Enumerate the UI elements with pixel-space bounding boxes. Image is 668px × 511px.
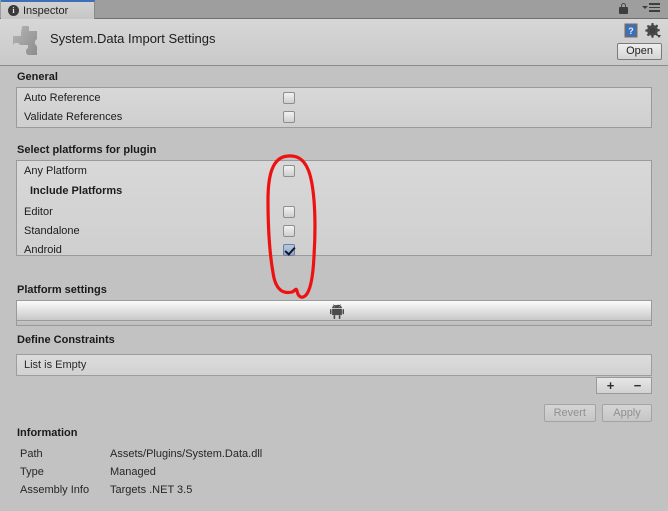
- revert-button[interactable]: Revert: [543, 404, 596, 422]
- table-row[interactable]: Any Platform: [17, 161, 651, 180]
- assembly-info-key: Assembly Info: [20, 484, 90, 496]
- apply-button[interactable]: Apply: [602, 404, 652, 422]
- platform-settings-tabbar[interactable]: [16, 300, 652, 321]
- include-platforms-heading: Include Platforms: [17, 180, 651, 202]
- type-key: Type: [20, 466, 44, 478]
- android-label: Android: [24, 243, 62, 256]
- lock-toggle[interactable]: [619, 3, 628, 14]
- list-item: Assembly Info Targets .NET 3.5: [0, 484, 668, 502]
- list-empty-label: List is Empty: [24, 359, 87, 371]
- general-panel: Auto Reference Validate References: [16, 87, 652, 128]
- platform-settings-body: [16, 321, 652, 326]
- validate-references-label: Validate References: [24, 110, 123, 123]
- lock-icon: [619, 3, 628, 14]
- standalone-checkbox[interactable]: [283, 225, 295, 237]
- asset-header: System.Data Import Settings ? Open: [0, 19, 668, 66]
- open-button[interactable]: Open: [617, 43, 662, 60]
- validate-references-checkbox[interactable]: [283, 111, 295, 123]
- hamburger-menu-icon: [642, 3, 660, 12]
- table-row[interactable]: Auto Reference: [17, 88, 651, 107]
- page-title: System.Data Import Settings: [50, 31, 216, 46]
- define-constraints-title: Define Constraints: [17, 334, 115, 346]
- tab-inspector-label: Inspector: [23, 4, 69, 17]
- editor-label: Editor: [24, 205, 53, 218]
- android-robot-icon[interactable]: [330, 304, 344, 319]
- add-item-button[interactable]: +: [597, 378, 624, 393]
- path-key: Path: [20, 448, 43, 460]
- remove-item-button[interactable]: −: [624, 378, 651, 393]
- information-rows: Path Assets/Plugins/System.Data.dll Type…: [0, 448, 668, 502]
- info-icon: i: [8, 5, 19, 16]
- window-menu-button[interactable]: [642, 3, 660, 12]
- list-item: Type Managed: [0, 466, 668, 484]
- platform-settings-title: Platform settings: [17, 284, 107, 296]
- standalone-label: Standalone: [24, 224, 80, 237]
- platforms-panel: Any Platform Include Platforms Editor St…: [16, 160, 652, 256]
- tab-inspector[interactable]: i Inspector: [1, 0, 95, 19]
- auto-reference-checkbox[interactable]: [283, 92, 295, 104]
- type-value: Managed: [110, 466, 156, 478]
- list-item: Path Assets/Plugins/System.Data.dll: [0, 448, 668, 466]
- table-row[interactable]: Validate References: [17, 107, 651, 126]
- any-platform-checkbox[interactable]: [283, 165, 295, 177]
- auto-reference-label: Auto Reference: [24, 91, 101, 104]
- any-platform-label: Any Platform: [24, 164, 87, 177]
- inspector-window: i Inspector System.Data Import Settings …: [0, 0, 668, 511]
- editor-checkbox[interactable]: [283, 206, 295, 218]
- android-checkbox[interactable]: [283, 244, 295, 256]
- include-platforms-label: Include Platforms: [30, 185, 123, 197]
- information-section-title: Information: [17, 427, 78, 439]
- help-book-icon[interactable]: ?: [624, 23, 638, 38]
- table-row[interactable]: Editor: [17, 202, 651, 221]
- general-section-title: General: [17, 71, 58, 83]
- inspector-body: General Auto Reference Validate Referenc…: [0, 67, 668, 511]
- list-add-remove-group: + −: [596, 377, 652, 394]
- action-button-row: Revert Apply: [543, 404, 652, 422]
- window-tab-strip: i Inspector: [0, 0, 668, 19]
- constraints-list[interactable]: List is Empty: [16, 354, 652, 376]
- gear-icon[interactable]: [645, 23, 661, 38]
- svg-text:?: ?: [628, 26, 634, 36]
- path-value: Assets/Plugins/System.Data.dll: [110, 448, 263, 460]
- table-row[interactable]: Standalone: [17, 221, 651, 240]
- assembly-info-value: Targets .NET 3.5: [110, 484, 193, 496]
- platforms-section-title: Select platforms for plugin: [17, 144, 157, 156]
- table-row[interactable]: Android: [17, 240, 651, 259]
- puzzle-piece-icon: [11, 24, 40, 57]
